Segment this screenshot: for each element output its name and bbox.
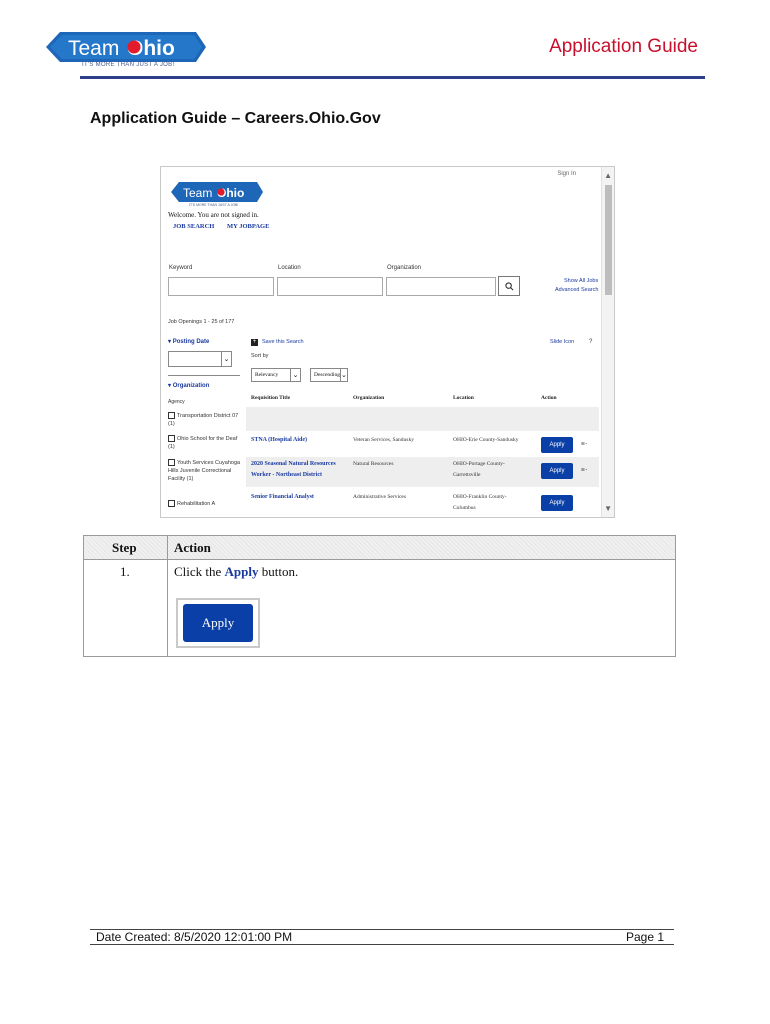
filter-option[interactable]: Youth Services Cuyahoga Hills Juvenile C… (168, 459, 242, 483)
sign-in-link[interactable]: Sign In (557, 171, 576, 177)
show-all-jobs-link[interactable]: Show All Jobs (564, 278, 598, 284)
step-instruction: Click the Apply button. (174, 564, 298, 580)
checkbox[interactable] (168, 459, 175, 467)
sort-field-value: Relevancy (255, 372, 279, 378)
site-tagline: IT'S MORE THAN JUST A JOB! (189, 203, 239, 207)
column-header: Location (453, 395, 474, 401)
menu-icon[interactable]: ≡· (581, 440, 587, 448)
checkbox[interactable] (168, 435, 175, 443)
chevron-down-icon: ⌄ (221, 352, 231, 366)
job-title-link[interactable]: STNA (Hospital Aide) (251, 435, 346, 446)
filter-option[interactable]: Ohio School for the Deaf (1) (168, 435, 242, 451)
apply-button-illustration: Apply (176, 598, 260, 648)
save-search-link[interactable]: Save this Search (262, 339, 304, 345)
plus-icon[interactable]: + (251, 339, 258, 346)
page-heading: Application Guide – Careers.Ohio.Gov (90, 110, 381, 127)
filter-option[interactable]: Transportation District 07 (1) (168, 412, 242, 428)
job-location: OHIO-Franklin County-Columbus (453, 494, 507, 511)
column-header[interactable]: Requisition Title (251, 395, 290, 401)
nav-job-search[interactable]: JOB SEARCH (173, 223, 214, 230)
apply-button[interactable]: Apply (541, 463, 573, 479)
job-location: OHIO-Portage County-Garrettsville (453, 461, 505, 478)
site-logo-team: Team (183, 186, 212, 200)
footer-underline (90, 944, 674, 945)
menu-icon[interactable]: ≡· (581, 466, 587, 474)
job-openings-count: Job Openings 1 - 25 of 177 (168, 319, 235, 325)
step-number: 1. (120, 564, 130, 579)
filter-label: Youth Services Cuyahoga Hills Juvenile C… (168, 460, 241, 482)
sort-direction-value: Descending (314, 372, 340, 378)
sort-field-select[interactable]: Relevancy ⌄ (251, 368, 301, 382)
scrollbar-thumb[interactable] (605, 185, 612, 295)
filter-option[interactable]: Rehabilitation A (168, 500, 242, 508)
agency-label: Agency (168, 399, 185, 405)
welcome-text: Welcome. You are not signed in. (168, 211, 259, 219)
job-organization: Veteran Services, Sandusky (353, 437, 414, 443)
chevron-down-icon: ⌄ (290, 369, 300, 381)
column-header[interactable]: Organization (353, 395, 384, 401)
logo-team-text: Team (68, 37, 119, 60)
scrollbar[interactable]: ▲ ▼ (601, 167, 614, 517)
posting-date-label: Posting Date (172, 339, 210, 345)
filter-label: Transportation District 07 (1) (168, 413, 239, 427)
location-label: Location (278, 265, 301, 271)
sort-direction-select[interactable]: Descending ⌄ (310, 368, 348, 382)
table-spacer-row (246, 407, 599, 431)
organization-label: Organization (387, 265, 422, 271)
apply-button[interactable]: Apply (541, 495, 573, 511)
careers-site-screenshot: Sign In Team Ohio IT'S MORE THAN JUST A … (160, 166, 615, 518)
job-organization: Administrative Services (353, 494, 407, 500)
date-created: Date Created: 8/5/2020 12:01:00 PM (96, 930, 293, 944)
apply-button[interactable]: Apply (183, 604, 253, 642)
job-title-link[interactable]: Senior Financial Analyst (251, 492, 346, 503)
filter-label: Rehabilitation A (177, 501, 216, 507)
chevron-down-icon: ⌄ (339, 369, 347, 381)
job-organization: Natural Resources (353, 461, 394, 467)
nav-my-jobpage[interactable]: MY JOBPAGE (227, 223, 269, 230)
table-header-row (84, 536, 675, 560)
column-header: Action (541, 395, 557, 401)
guide-title: Application Guide (549, 36, 698, 57)
advanced-search-link[interactable]: Advanced Search (555, 287, 598, 293)
organization-input[interactable] (386, 277, 496, 296)
column-divider (167, 536, 168, 656)
search-icon (504, 281, 513, 290)
posting-date-select[interactable]: ⌄ (168, 351, 232, 367)
help-icon[interactable]: ? (589, 339, 592, 345)
header-divider (80, 76, 705, 79)
step-column-header: Step (112, 540, 137, 555)
keyword-label: Keyword (169, 265, 193, 271)
filter-label: Ohio School for the Deaf (1) (168, 436, 238, 450)
logo-tagline: IT'S MORE THAN JUST A JOB! (82, 62, 175, 68)
sidebar-divider (168, 375, 240, 376)
instruction-text: button. (258, 564, 299, 579)
organization-filter[interactable]: ▾ Organization (168, 382, 209, 389)
apply-button[interactable]: Apply (541, 437, 573, 453)
keyword-input[interactable] (168, 277, 274, 296)
checkbox[interactable] (168, 412, 175, 420)
instruction-text: Click the (174, 564, 225, 579)
action-column-header: Action (174, 540, 211, 555)
job-location: OHIO-Erie County-Sandusky (453, 437, 519, 443)
organization-filter-label: Organization (172, 383, 210, 389)
job-title-link[interactable]: 2020 Seasonal Natural Resources Worker -… (251, 459, 349, 481)
posting-date-filter[interactable]: ▾ Posting Date (168, 338, 209, 345)
scroll-down-icon[interactable]: ▼ (604, 504, 612, 513)
instruction-highlight: Apply (224, 564, 259, 579)
steps-table: Step Action 1. Click the Apply button. A… (83, 535, 676, 657)
sort-by-label: Sort by (251, 353, 269, 359)
location-input[interactable] (277, 277, 383, 296)
slide-icon-link[interactable]: Slide Icon (550, 339, 574, 345)
search-button[interactable] (498, 276, 520, 296)
page-number: Page 1 (626, 930, 665, 944)
checkbox[interactable] (168, 500, 175, 508)
scroll-up-icon[interactable]: ▲ (604, 171, 612, 180)
